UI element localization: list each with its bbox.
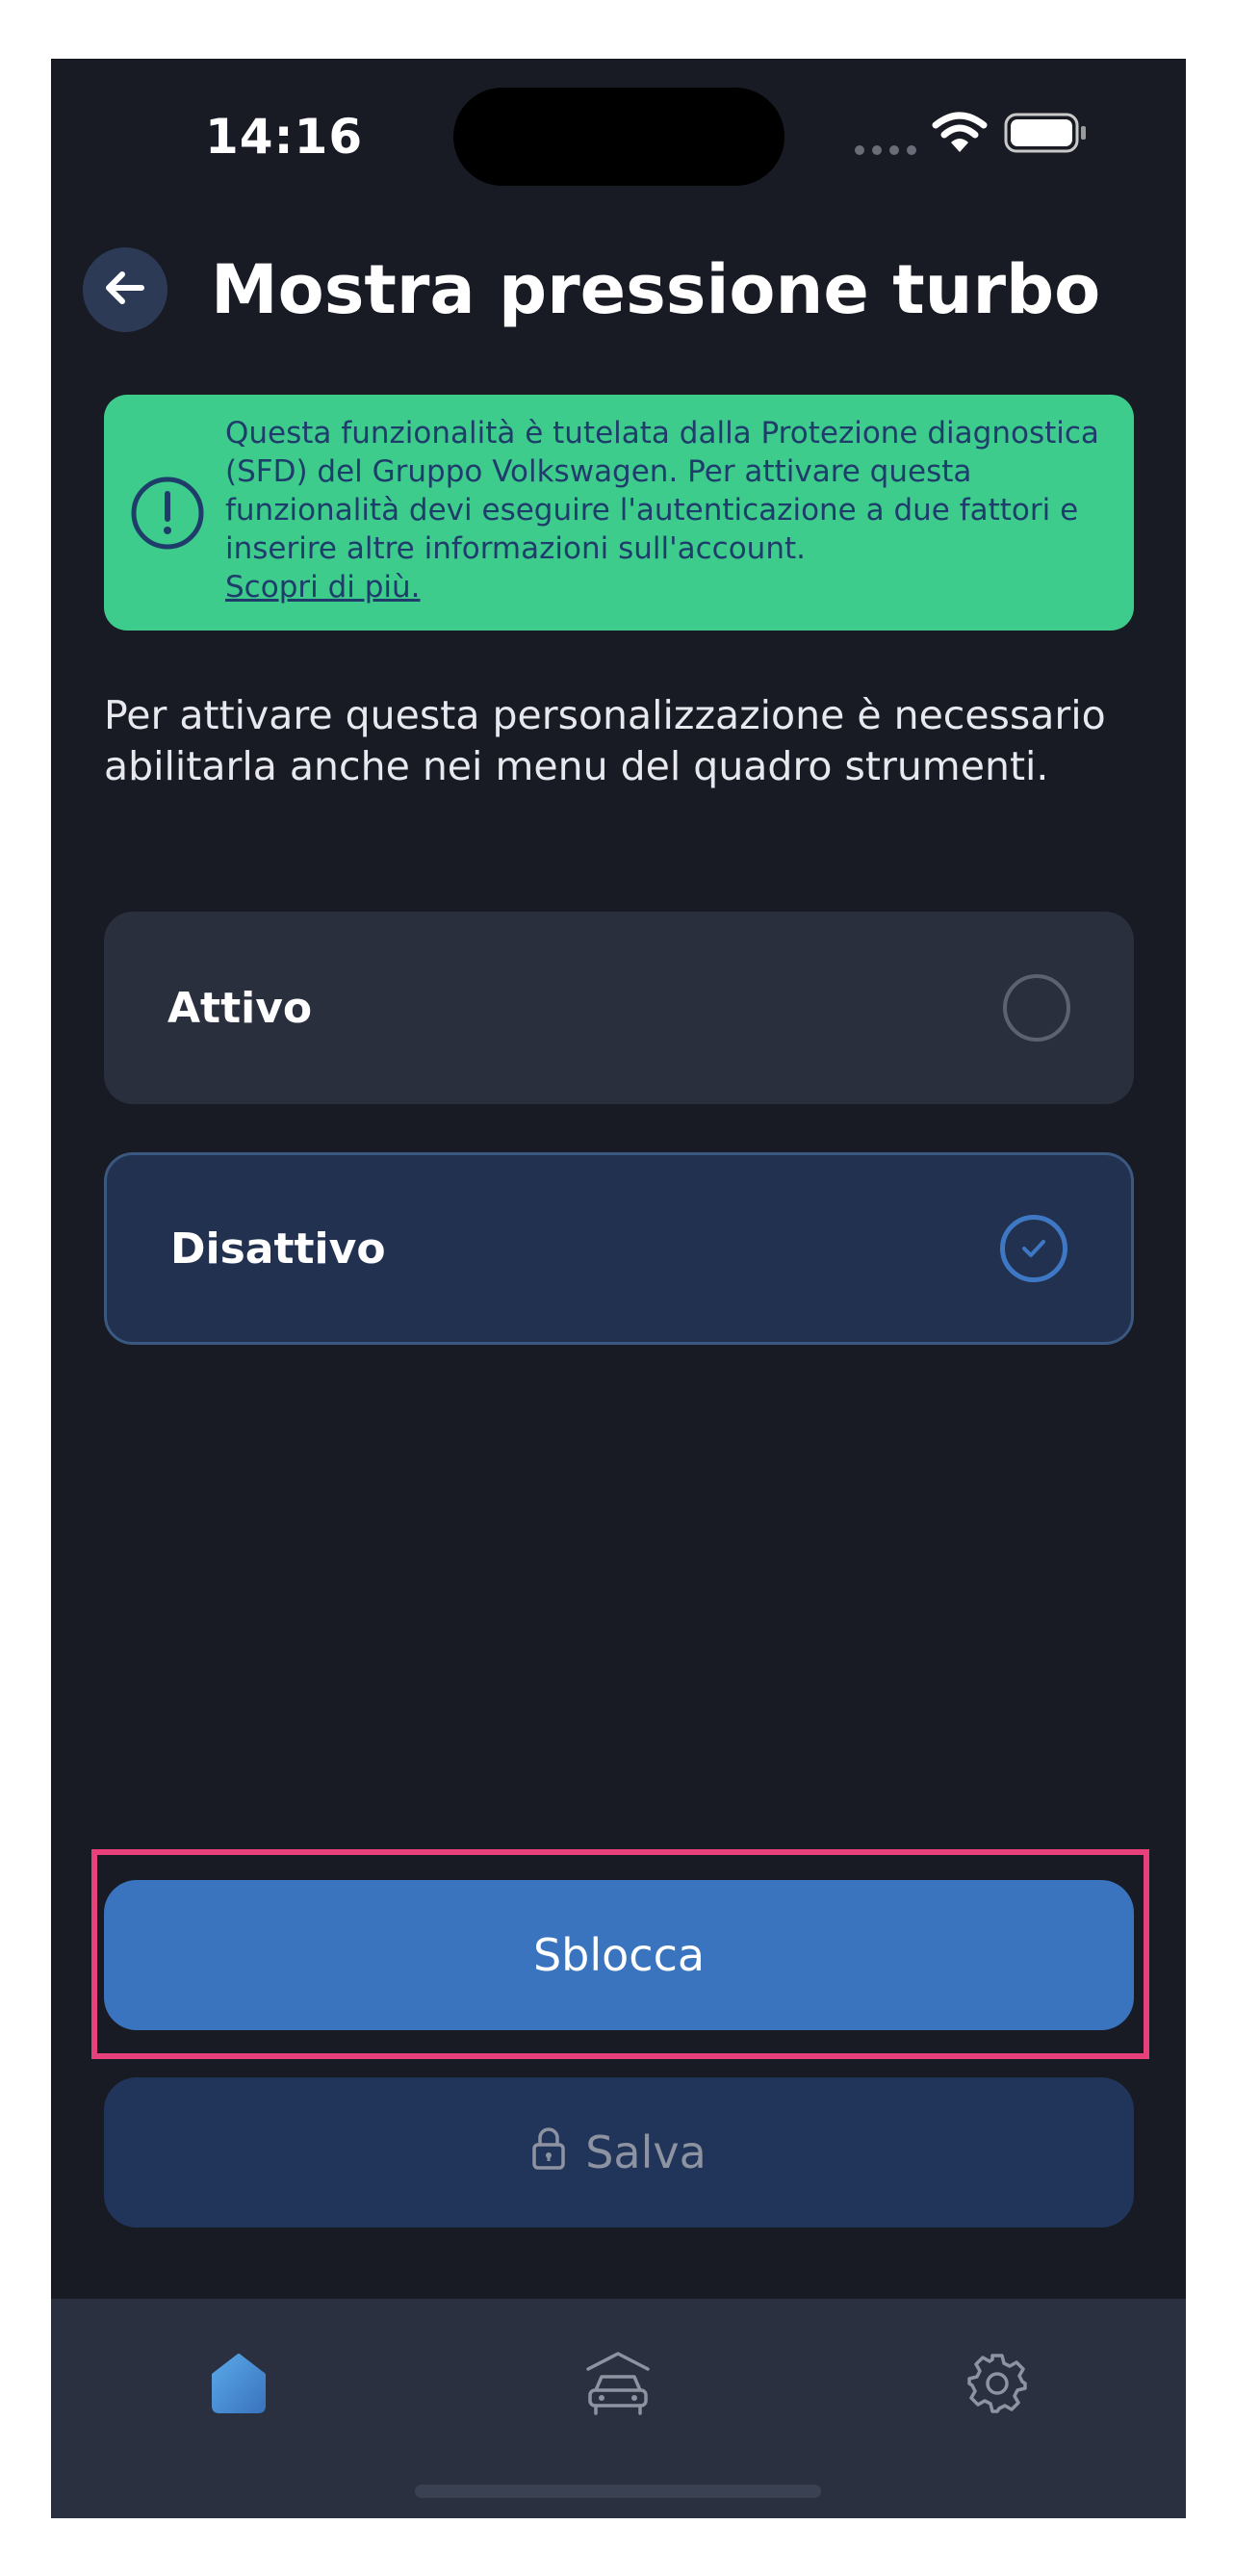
tab-vehicle[interactable] xyxy=(575,2342,661,2429)
radio-unchecked-icon xyxy=(1003,974,1070,1042)
exclamation-circle-icon xyxy=(129,475,206,555)
lock-icon xyxy=(531,2125,566,2180)
car-garage-icon xyxy=(582,2348,654,2423)
banner-message: Questa funzionalità è tutelata dalla Pro… xyxy=(225,416,1099,566)
tab-settings[interactable] xyxy=(954,2342,1041,2429)
option-label: Disattivo xyxy=(170,1224,386,1274)
arrow-left-icon xyxy=(101,264,149,316)
phone-screen: 14:16 Mostra pressione turbo Questa funz… xyxy=(51,59,1186,2518)
unlock-button[interactable]: Sblocca xyxy=(104,1880,1134,2030)
save-button-label: Salva xyxy=(585,2126,707,2178)
customization-description: Per attivare questa personalizzazione è … xyxy=(104,692,1106,789)
status-time: 14:16 xyxy=(205,109,364,165)
sfd-protection-banner: Questa funzionalità è tutelata dalla Pro… xyxy=(104,395,1134,631)
battery-icon xyxy=(1004,112,1089,158)
save-button[interactable]: Salva xyxy=(104,2077,1134,2228)
learn-more-link[interactable]: Scopri di più. xyxy=(225,568,1120,606)
back-button[interactable] xyxy=(83,247,167,332)
radio-checked-icon xyxy=(1000,1215,1067,1282)
home-indicator xyxy=(415,2485,821,2498)
dynamic-island xyxy=(453,88,784,186)
tab-home[interactable] xyxy=(195,2342,282,2429)
page-title: Mostra pressione turbo xyxy=(211,250,1101,329)
gear-icon xyxy=(965,2352,1029,2419)
home-icon xyxy=(208,2352,270,2419)
wifi-icon xyxy=(932,112,988,158)
option-inactive[interactable]: Disattivo xyxy=(104,1152,1134,1345)
option-active[interactable]: Attivo xyxy=(104,912,1134,1104)
signal-icon xyxy=(855,145,916,155)
unlock-button-label: Sblocca xyxy=(532,1929,706,1981)
option-label: Attivo xyxy=(167,983,313,1033)
banner-text-block: Questa funzionalità è tutelata dalla Pro… xyxy=(225,414,1120,606)
